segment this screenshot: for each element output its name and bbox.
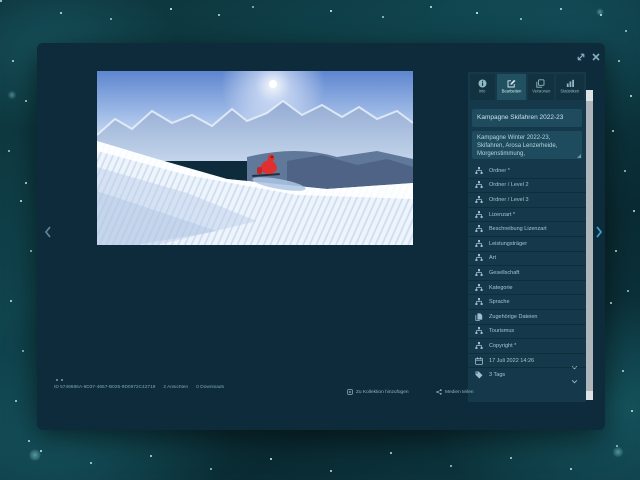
field-label: Lizenzart *	[489, 212, 515, 218]
field-ordner-level-3[interactable]: Ordner / Level 3	[468, 192, 586, 207]
field-ordner-level-2[interactable]: Ordner / Level 2	[468, 178, 586, 193]
collection-add-icon	[347, 389, 353, 395]
hierarchy-icon	[475, 240, 483, 248]
field-tourismus[interactable]: Tourismus	[468, 324, 586, 339]
field-label: 17 Juli 2022 14:26	[489, 358, 534, 364]
downloads-count: 0 Downloads	[196, 385, 224, 390]
field-label: Copyright *	[489, 343, 516, 349]
field-upload-date[interactable]: 17 Juli 2022 14:26	[468, 353, 586, 368]
edit-icon	[507, 79, 516, 88]
tab-label: Versionen	[532, 90, 550, 94]
chevron-down-icon[interactable]	[571, 372, 578, 379]
close-icon[interactable]	[590, 51, 602, 63]
field-zugehoerige-dateien[interactable]: Zugehörige Dateien	[468, 309, 586, 324]
chevron-down-icon[interactable]	[571, 358, 578, 365]
add-to-collection-button[interactable]: Zu Kollektion hinzufügen	[347, 389, 422, 395]
hierarchy-icon	[475, 225, 483, 233]
expand-icon[interactable]	[575, 51, 587, 63]
field-kategorie[interactable]: Kategorie	[468, 280, 586, 295]
field-label: Ordner / Level 2	[489, 183, 529, 189]
panel-scrollbar[interactable]	[586, 90, 593, 400]
field-tags[interactable]: 3 Tags	[468, 367, 586, 382]
hierarchy-icon	[475, 298, 483, 306]
hierarchy-icon	[475, 196, 483, 204]
tab-bearbeiten[interactable]: Bearbeiten	[497, 74, 526, 100]
statistics-icon	[566, 79, 575, 88]
field-copyright[interactable]: Copyright *	[468, 338, 586, 353]
meta-dots-icon	[56, 379, 266, 381]
share-media-button[interactable]: Medien teilen	[436, 389, 481, 395]
files-icon	[475, 313, 483, 321]
hierarchy-icon	[475, 211, 483, 219]
hierarchy-icon	[475, 342, 483, 350]
field-label: Tourismus	[489, 329, 514, 335]
tab-info[interactable]: Info	[470, 74, 495, 100]
scrollbar-thumb[interactable]	[586, 90, 593, 101]
field-label: Ordner / Level 3	[489, 197, 529, 203]
versions-icon	[536, 79, 545, 88]
starfield-background	[0, 0, 2, 2]
views-count: 2 Ansichten	[163, 385, 188, 390]
metadata-field-list: Ordner * Ordner / Level 2 Ordner / Level…	[468, 164, 586, 382]
field-lizenzart[interactable]: Lizenzart *	[468, 207, 586, 222]
metadata-panel: Info Bearbeiten Versionen Statistiken Ka…	[468, 72, 586, 402]
panel-tabs: Info Bearbeiten Versionen Statistiken	[468, 72, 586, 102]
share-media-label: Medien teilen	[445, 390, 474, 395]
tag-icon	[475, 371, 483, 379]
tab-statistiken[interactable]: Statistiken	[556, 74, 584, 100]
media-id: ID 5749686A-6D37-4667-B025-9D0972C42719	[54, 385, 155, 390]
info-icon	[478, 79, 487, 88]
field-label: Sprache	[489, 299, 510, 305]
field-leistungstraeger[interactable]: Leistungsträger	[468, 236, 586, 251]
calendar-icon	[475, 357, 483, 365]
resize-handle-icon[interactable]	[577, 154, 581, 158]
field-sprache[interactable]: Sprache	[468, 294, 586, 309]
field-label: Kategorie	[489, 285, 513, 291]
field-label: Zugehörige Dateien	[489, 314, 537, 320]
next-media-button[interactable]	[593, 224, 605, 240]
media-meta-footer: ID 5749686A-6D37-4667-B025-9D0972C42719 …	[54, 379, 266, 391]
hierarchy-icon	[475, 181, 483, 189]
hierarchy-icon	[475, 254, 483, 262]
description-textarea[interactable]: Kampagne Winter 2022-23, Skifahren, Aros…	[472, 131, 582, 159]
hierarchy-icon	[475, 269, 483, 277]
field-beschreibung-lizenzart[interactable]: Beschreibung Lizenzart	[468, 221, 586, 236]
field-label: Leistungsträger	[489, 241, 527, 247]
media-actions: Zu Kollektion hinzufügen Medien teilen	[347, 389, 480, 395]
hierarchy-icon	[475, 167, 483, 175]
share-icon	[436, 389, 442, 395]
field-label: Beschreibung Lizenzart	[489, 226, 547, 232]
tab-versionen[interactable]: Versionen	[528, 74, 555, 100]
tab-label: Info	[479, 90, 486, 94]
field-label: Gesellschaft	[489, 270, 519, 276]
field-art[interactable]: Art	[468, 251, 586, 266]
field-gesellschaft[interactable]: Gesellschaft	[468, 265, 586, 280]
hierarchy-icon	[475, 284, 483, 292]
tab-label: Statistiken	[561, 90, 580, 94]
field-ordner[interactable]: Ordner *	[468, 164, 586, 178]
media-preview-image[interactable]	[97, 71, 413, 245]
scrollbar-end	[586, 391, 593, 400]
field-label: Art	[489, 256, 496, 262]
description-text: Kampagne Winter 2022-23, Skifahren, Aros…	[477, 135, 557, 157]
add-to-collection-label: Zu Kollektion hinzufügen	[356, 390, 409, 395]
title-input[interactable]: Kampagne Skifahren 2022-23	[472, 109, 582, 127]
previous-media-button[interactable]	[42, 224, 54, 240]
tab-label: Bearbeiten	[501, 90, 521, 94]
field-label: 3 Tags	[489, 372, 505, 378]
field-label: Ordner *	[489, 168, 510, 174]
media-detail-modal: Info Bearbeiten Versionen Statistiken Ka…	[37, 43, 605, 430]
hierarchy-icon	[475, 327, 483, 335]
